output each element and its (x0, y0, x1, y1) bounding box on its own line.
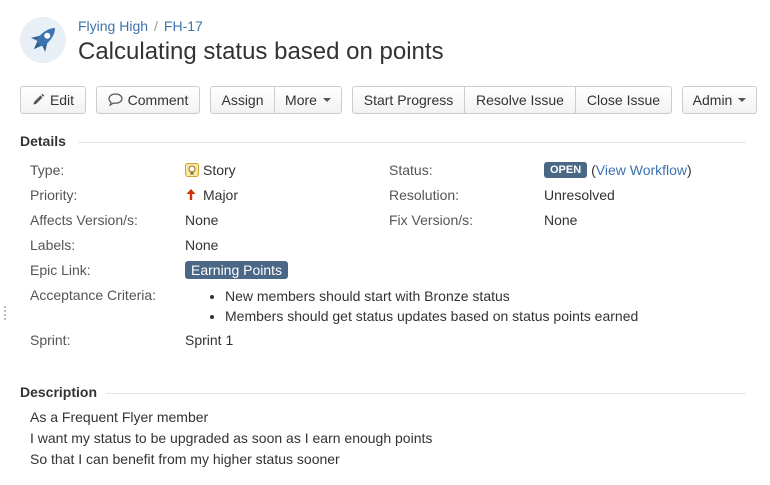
issue-title: Calculating status based on points (78, 38, 444, 65)
epic-link-label: Epic Link: (30, 262, 91, 278)
list-item: New members should start with Bronze sta… (225, 286, 638, 306)
sprint-value[interactable]: Sprint 1 (185, 332, 233, 348)
speech-bubble-icon (108, 93, 123, 107)
assign-button-label: Assign (221, 92, 264, 108)
affects-version-label: Affects Version/s: (30, 212, 138, 228)
sprint-label: Sprint: (30, 332, 71, 348)
arrow-up-icon (186, 189, 196, 201)
edit-button-label: Edit (49, 92, 75, 108)
resolve-issue-button[interactable]: Resolve Issue (465, 87, 576, 113)
close-issue-label: Close Issue (586, 92, 661, 108)
resolution-label: Resolution: (389, 187, 460, 203)
priority-value-text: Major (203, 187, 239, 203)
chevron-down-icon (738, 98, 747, 103)
view-workflow-link[interactable]: View Workflow (596, 162, 687, 178)
status-value: OPEN (View Workflow) (544, 162, 692, 179)
more-dropdown-button[interactable]: More (275, 87, 341, 113)
status-link-close-paren: ) (687, 162, 692, 178)
list-item: Members should get status updates based … (225, 306, 638, 326)
affects-version-value: None (185, 212, 219, 228)
priority-label: Priority: (30, 187, 78, 203)
edit-button[interactable]: Edit (20, 86, 86, 114)
breadcrumb-separator: / (154, 18, 158, 34)
epic-link-lozenge[interactable]: Earning Points (185, 261, 289, 279)
details-heading: Details (20, 133, 66, 149)
resolution-value: Unresolved (544, 187, 615, 203)
type-label: Type: (30, 162, 65, 178)
start-progress-label: Start Progress (363, 92, 454, 108)
fix-version-value: None (544, 212, 578, 228)
breadcrumb-issue-key-link[interactable]: FH-17 (164, 18, 203, 34)
labels-value: None (185, 237, 219, 253)
type-value: Story (185, 162, 236, 178)
issue-toolbar: Edit Comment Assign More Start Progress … (20, 86, 760, 116)
comment-button[interactable]: Comment (96, 86, 200, 114)
chevron-down-icon (322, 98, 331, 103)
resolve-issue-label: Resolve Issue (476, 92, 564, 108)
description-line: As a Frequent Flyer member (30, 409, 209, 425)
breadcrumb-project-link[interactable]: Flying High (78, 18, 148, 34)
acceptance-criteria-list: New members should start with Bronze sta… (205, 286, 638, 326)
resize-handle[interactable] (4, 306, 6, 320)
acceptance-criteria-label: Acceptance Criteria: (30, 287, 157, 303)
admin-button-label: Admin (692, 92, 733, 108)
labels-label: Labels: (30, 237, 76, 253)
assign-button[interactable]: Assign (211, 87, 275, 113)
epic-link-value: Earning Points (185, 261, 289, 279)
details-divider (78, 142, 746, 143)
pencil-icon (33, 93, 45, 105)
comment-button-label: Comment (127, 92, 189, 108)
priority-value: Major (185, 187, 238, 203)
type-value-text: Story (203, 162, 236, 178)
status-label: Status: (389, 162, 433, 178)
start-progress-button[interactable]: Start Progress (353, 87, 465, 113)
description-line: So that I can benefit from my higher sta… (30, 451, 340, 467)
description-divider (106, 393, 746, 394)
admin-dropdown-button[interactable]: Admin (682, 86, 757, 114)
close-issue-button[interactable]: Close Issue (576, 87, 671, 113)
breadcrumb: Flying High / FH-17 (78, 18, 203, 34)
description-heading: Description (20, 384, 98, 400)
assign-more-group: Assign More (210, 86, 342, 114)
workflow-group: Start Progress Resolve Issue Close Issue (352, 86, 672, 114)
project-avatar-rocket-icon[interactable] (20, 17, 66, 63)
story-lightbulb-icon (185, 162, 199, 177)
status-badge: OPEN (544, 162, 588, 179)
fix-version-label: Fix Version/s: (389, 212, 474, 228)
more-button-label: More (285, 92, 317, 108)
description-line: I want my status to be upgraded as soon … (30, 430, 433, 446)
issue-header: Flying High / FH-17 Calculating status bas… (20, 14, 760, 74)
